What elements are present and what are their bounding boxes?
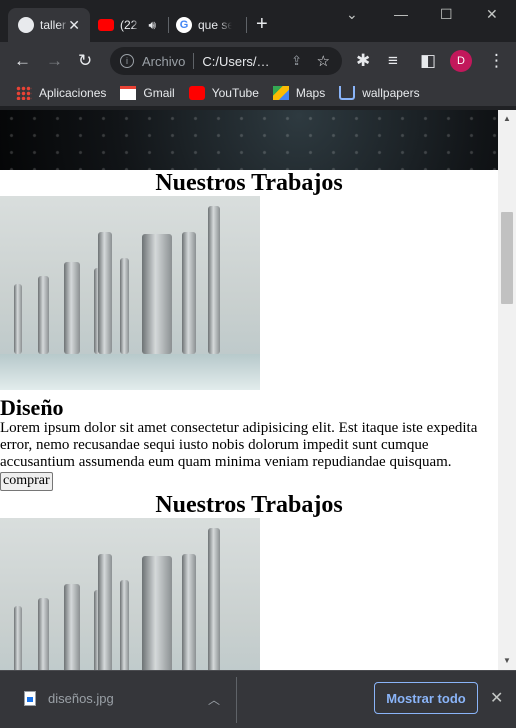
tab-title: (22 <box>120 18 138 32</box>
bookmark-label: YouTube <box>211 86 259 100</box>
tab-strip: taller ✕ (22 🔊︎ G que se + ⌄ — ☐ ✕ <box>0 0 516 42</box>
close-shelf-icon[interactable]: ✕ <box>490 688 503 708</box>
tab-title: que se <box>198 18 232 32</box>
menu-kebab-icon[interactable]: ⋮ <box>488 51 505 71</box>
item-title: Diseño <box>0 395 64 420</box>
share-icon[interactable]: ⇪ <box>291 53 302 69</box>
show-all-downloads-button[interactable]: Mostrar todo <box>374 682 478 714</box>
tab-divider <box>168 17 169 33</box>
youtube-icon <box>98 19 114 31</box>
download-item[interactable]: diseños.jpg <box>24 691 114 706</box>
side-panel-icon[interactable]: ◧ <box>420 51 436 71</box>
omnibox-divider <box>193 53 195 69</box>
google-icon: G <box>176 17 192 33</box>
profile-avatar[interactable]: D <box>450 50 472 72</box>
extensions-puzzle-icon[interactable]: ✱ <box>356 51 370 71</box>
tab-divider <box>246 17 247 33</box>
page-scrollbar[interactable]: ▲ ▼ <box>498 110 516 670</box>
bookmark-label: Maps <box>295 86 326 100</box>
maps-icon <box>272 86 289 100</box>
media-queue-icon[interactable]: ≡ <box>388 51 398 71</box>
page-viewport: Nuestros Trabajos Diseño Lorem ipsum dol… <box>0 110 498 670</box>
close-tab-icon[interactable]: ✕ <box>68 17 80 34</box>
tab-title: taller <box>40 18 67 32</box>
bookmark-maps[interactable]: Maps <box>272 86 326 100</box>
bookmark-label: Aplicaciones <box>39 86 107 100</box>
audio-playing-icon[interactable]: 🔊︎ <box>148 18 156 33</box>
download-filename: diseños.jpg <box>48 691 114 706</box>
info-icon[interactable]: i <box>120 54 134 68</box>
bookmarks-bar: Aplicaciones Gmail YouTube Maps wallpape… <box>0 80 516 106</box>
hero-banner-image <box>0 110 498 170</box>
image-file-icon <box>24 691 36 706</box>
scroll-up-arrow-icon[interactable]: ▲ <box>503 114 511 123</box>
section-heading: Nuestros Trabajos <box>155 491 343 518</box>
chevron-up-icon[interactable]: ︿ <box>208 691 220 708</box>
product-image <box>0 196 260 390</box>
bookmark-gmail[interactable]: Gmail <box>120 86 175 100</box>
new-tab-button[interactable]: + <box>256 14 268 34</box>
bookmark-label: Gmail <box>143 86 175 100</box>
url-text[interactable]: C:/Users/… <box>202 54 269 69</box>
address-bar[interactable]: i Archivo C:/Users/… ⇪ ☆ <box>110 47 342 75</box>
product-image <box>0 517 260 670</box>
bookmark-star-icon[interactable]: ☆ <box>317 52 330 70</box>
back-arrow-icon[interactable]: ← <box>14 51 31 71</box>
youtube-icon <box>188 86 205 100</box>
reload-icon[interactable]: ↻ <box>78 51 92 71</box>
minimize-button[interactable]: — <box>394 6 408 22</box>
item-description: Lorem ipsum dolor sit amet consectetur a… <box>0 420 478 470</box>
browser-toolbar: ← → ↻ i Archivo C:/Users/… ⇪ ☆ ✱ ≡ ◧ ⋮ <box>0 42 516 80</box>
shelf-divider <box>236 677 237 723</box>
globe-icon <box>18 17 34 33</box>
wallpapers-icon <box>339 86 356 100</box>
apps-grid-icon <box>16 86 32 100</box>
maximize-button[interactable]: ☐ <box>440 6 453 23</box>
tab-youtube[interactable]: (22 🔊︎ <box>92 8 168 42</box>
bookmark-wallpapers[interactable]: wallpapers <box>339 86 420 100</box>
window-close-button[interactable]: ✕ <box>486 6 498 23</box>
scrollbar-thumb[interactable] <box>501 212 513 304</box>
scheme-label: Archivo <box>142 53 186 69</box>
scroll-down-arrow-icon[interactable]: ▼ <box>503 656 511 665</box>
tab-taller[interactable]: taller ✕ <box>8 8 90 42</box>
tab-google[interactable]: G que se <box>170 8 242 42</box>
forward-arrow-icon[interactable]: → <box>46 51 63 71</box>
bookmark-youtube[interactable]: YouTube <box>188 86 259 100</box>
buy-button[interactable]: comprar <box>0 471 53 491</box>
bookmark-label: wallpapers <box>362 86 420 100</box>
section-heading: Nuestros Trabajos <box>155 170 343 196</box>
bookmark-aplicaciones[interactable]: Aplicaciones <box>16 86 106 100</box>
tab-search-icon[interactable]: ⌄ <box>346 6 358 23</box>
gmail-icon <box>120 86 137 100</box>
